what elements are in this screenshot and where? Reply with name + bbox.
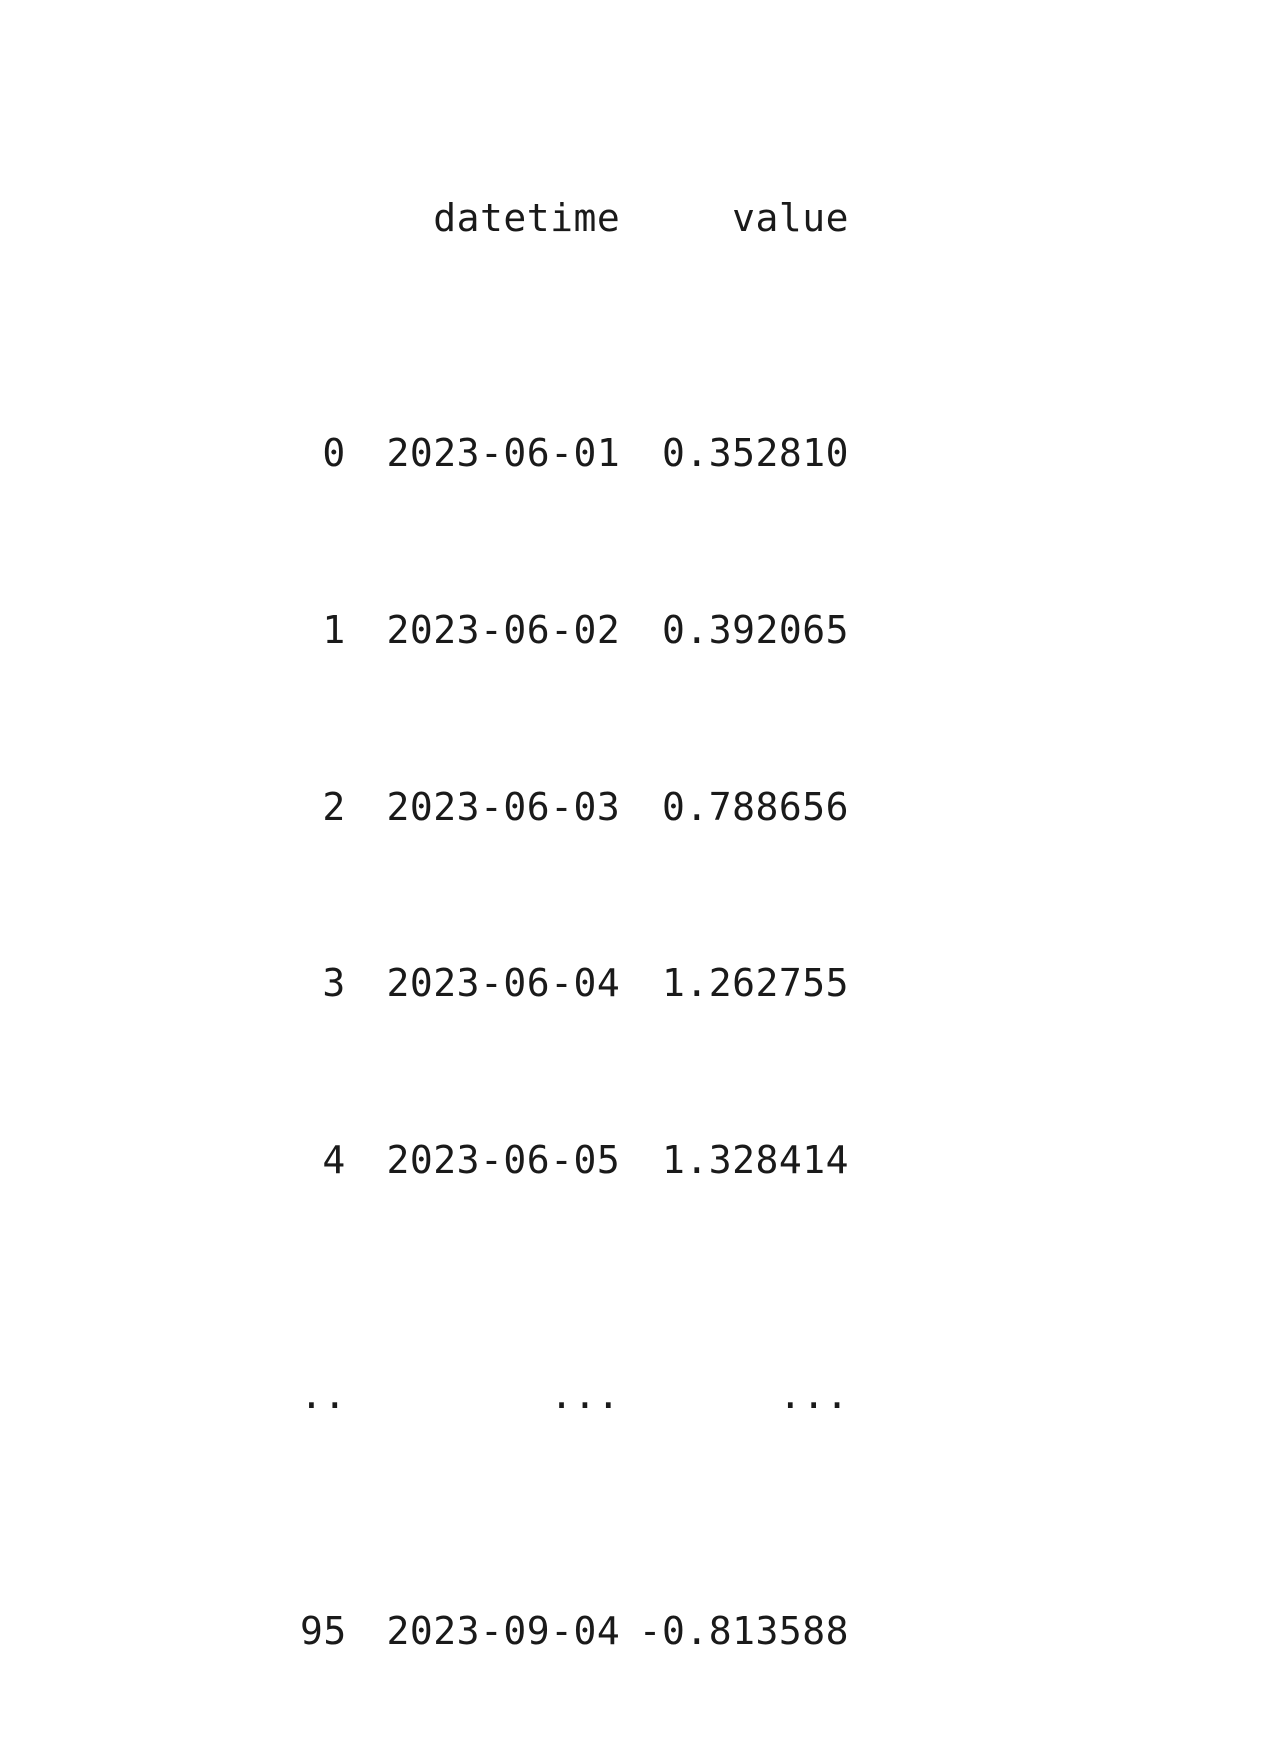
row-index: 2 (300, 778, 346, 837)
table-row: 42023-06-051.328414 (300, 1131, 849, 1190)
row-index: 4 (300, 1131, 346, 1190)
row-value: 0.392065 (620, 601, 849, 660)
row-index: 1 (300, 601, 346, 660)
row-index: 0 (300, 424, 346, 483)
table-row: 952023-09-04-0.813588 (300, 1602, 849, 1661)
column-header-value: value (620, 189, 849, 248)
ellipsis-index: .. (300, 1366, 346, 1425)
row-value: 0.788656 (620, 778, 849, 837)
column-header-datetime: datetime (300, 189, 620, 248)
ellipsis-datetime: ... (346, 1366, 621, 1425)
row-datetime: 2023-06-05 (346, 1131, 621, 1190)
table-row: 22023-06-030.788656 (300, 778, 849, 837)
row-index: 95 (300, 1602, 346, 1661)
row-datetime: 2023-06-01 (346, 424, 621, 483)
table-ellipsis: ........ (300, 1366, 849, 1425)
row-index: 3 (300, 954, 346, 1013)
row-datetime: 2023-09-04 (346, 1602, 621, 1661)
row-datetime: 2023-06-04 (346, 954, 621, 1013)
table-row: 02023-06-010.352810 (300, 424, 849, 483)
dataframe-output: datetimevalue 02023-06-010.352810 12023-… (300, 12, 849, 1760)
table-row: 32023-06-041.262755 (300, 954, 849, 1013)
ellipsis-value: ... (620, 1366, 849, 1425)
row-value: 0.352810 (620, 424, 849, 483)
row-value: 1.262755 (620, 954, 849, 1013)
row-datetime: 2023-06-03 (346, 778, 621, 837)
row-value: 1.328414 (620, 1131, 849, 1190)
table-header: datetimevalue (300, 189, 849, 248)
row-datetime: 2023-06-02 (346, 601, 621, 660)
table-row: 12023-06-020.392065 (300, 601, 849, 660)
row-value: -0.813588 (620, 1602, 849, 1661)
